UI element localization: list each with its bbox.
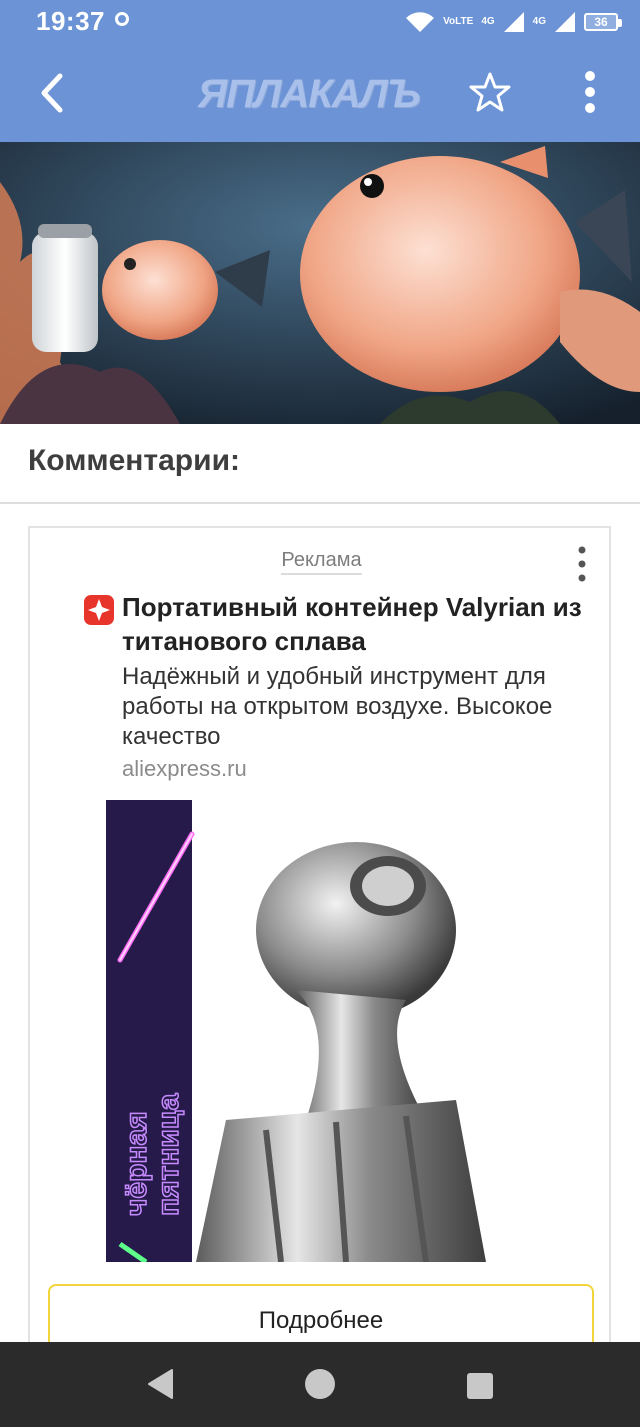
divider bbox=[0, 502, 640, 504]
ad-title[interactable]: Портативный контейнер Valyrian из титано… bbox=[122, 590, 592, 658]
promo-line-1: чёрная bbox=[120, 1111, 153, 1216]
system-nav-bar bbox=[0, 1342, 640, 1427]
ad-options-button[interactable] bbox=[568, 544, 596, 584]
ad-image[interactable]: чёрная пятница bbox=[106, 800, 536, 1262]
chevron-left-icon bbox=[41, 73, 63, 113]
back-button[interactable] bbox=[30, 68, 74, 118]
more-vertical-icon bbox=[585, 71, 595, 113]
nav-recents-icon[interactable] bbox=[466, 1372, 494, 1400]
promo-line-2: пятница bbox=[152, 1093, 185, 1216]
overflow-menu-button[interactable] bbox=[570, 70, 610, 114]
post-image[interactable] bbox=[0, 142, 640, 424]
notification-dot-icon bbox=[115, 12, 129, 26]
network-label-2: 4G bbox=[532, 16, 546, 27]
ad-card[interactable]: Реклама Портативный контейнер Valyrian и… bbox=[28, 526, 611, 1386]
wifi-icon bbox=[406, 12, 435, 32]
comments-heading: Комментарии: bbox=[28, 444, 241, 477]
battery-icon: 36 bbox=[584, 13, 622, 31]
volte-label: VoLTE bbox=[443, 16, 474, 27]
aliexpress-icon bbox=[84, 595, 114, 625]
app-bar: ЯПЛАКАЛЪ bbox=[0, 44, 640, 142]
ad-domain[interactable]: aliexpress.ru bbox=[122, 756, 247, 782]
status-icons: VoLTE 4G 4G 36 bbox=[405, 8, 622, 36]
ad-label: Реклама bbox=[30, 549, 613, 575]
status-time: 19:37 bbox=[36, 6, 105, 36]
more-vertical-icon bbox=[578, 546, 586, 582]
site-logo[interactable]: ЯПЛАКАЛЪ bbox=[198, 70, 443, 118]
network-label-1: 4G bbox=[481, 16, 495, 27]
star-icon bbox=[469, 72, 511, 112]
pufferfish-image bbox=[0, 142, 640, 424]
signal-icon-1 bbox=[503, 12, 524, 32]
status-bar: 19:37 VoLTE 4G 4G 36 bbox=[0, 0, 640, 44]
nav-home-icon[interactable] bbox=[304, 1368, 336, 1400]
ad-description: Надёжный и удобный инструмент для работы… bbox=[122, 663, 553, 750]
signal-icon-2 bbox=[555, 12, 575, 32]
nav-back-icon[interactable] bbox=[146, 1368, 176, 1400]
bookmark-button[interactable] bbox=[468, 70, 512, 114]
